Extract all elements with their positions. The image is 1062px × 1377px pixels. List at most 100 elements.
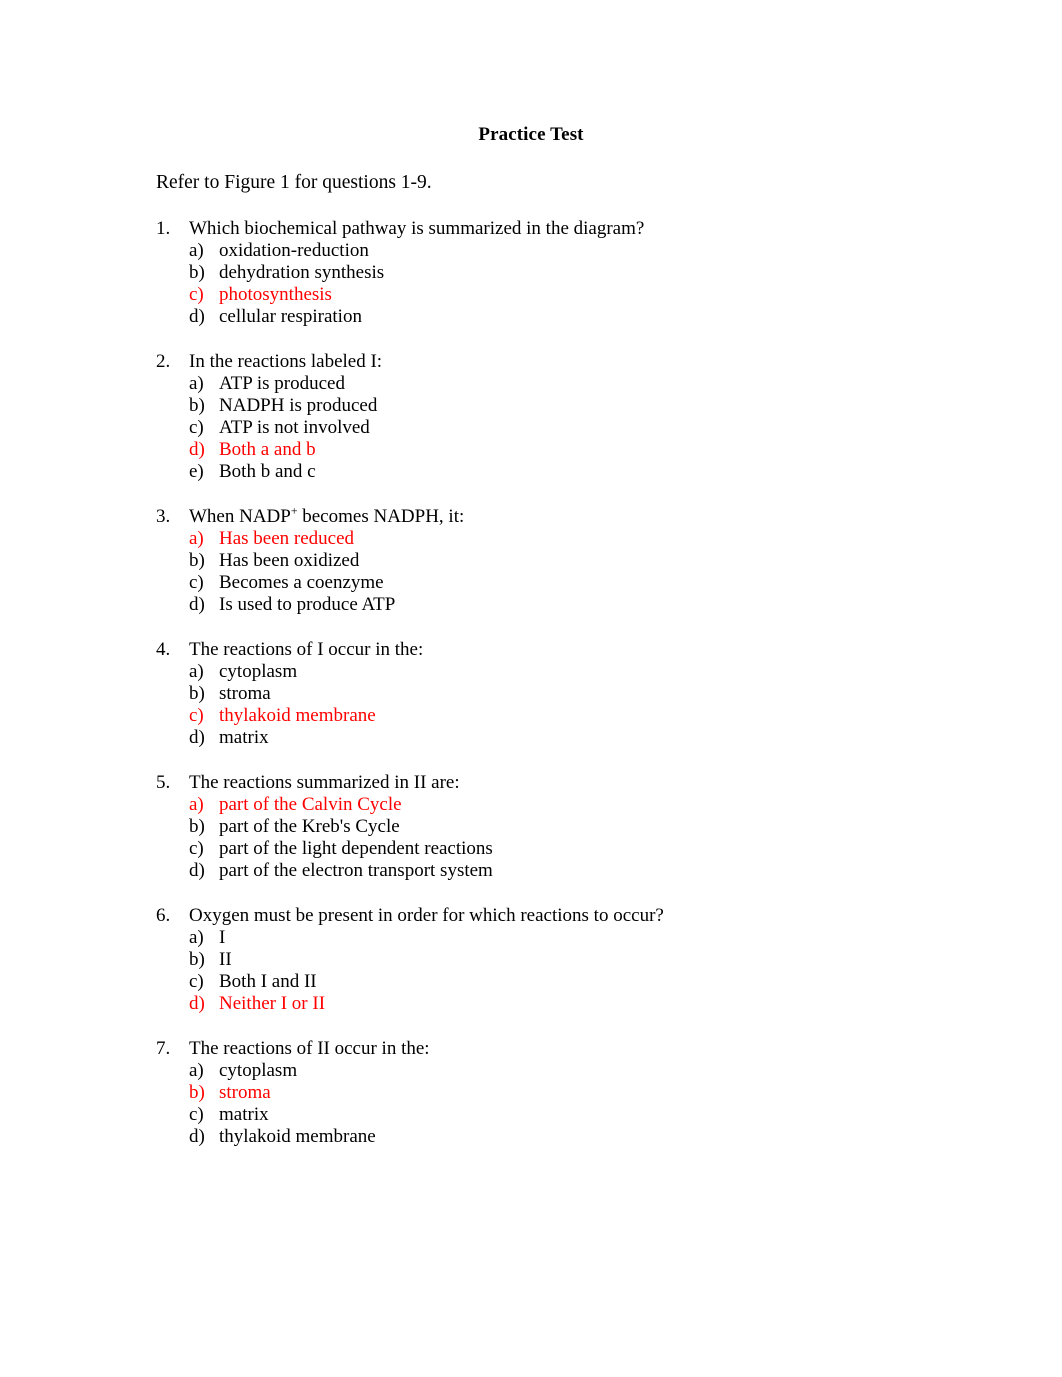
option-row[interactable]: c) part of the light dependent reactions xyxy=(156,838,986,860)
page-title: Practice Test xyxy=(478,124,584,145)
option-letter: e) xyxy=(189,461,204,482)
option-text: cytoplasm xyxy=(219,1060,298,1081)
option-row[interactable]: c) matrix xyxy=(156,1104,986,1126)
option-text: Is used to produce ATP xyxy=(219,594,396,615)
option-text: Both b and c xyxy=(219,461,316,482)
option-row-selected-answer[interactable]: c) thylakoid membrane xyxy=(156,705,986,727)
question-text: In the reactions labeled I: xyxy=(189,351,383,372)
option-text: Neither I or II xyxy=(219,993,326,1014)
option-letter: d) xyxy=(189,594,205,615)
option-row[interactable]: e) Both b and c xyxy=(156,461,986,483)
option-letter: c) xyxy=(189,572,204,593)
option-row[interactable]: c) Both I and II xyxy=(156,971,986,993)
option-text: matrix xyxy=(219,727,269,748)
option-row[interactable]: a) I xyxy=(156,927,986,949)
option-row[interactable]: c) Becomes a coenzyme xyxy=(156,572,986,594)
option-list: a) Has been reduced b) Has been oxidized c) B… xyxy=(156,528,986,616)
option-letter: c) xyxy=(189,705,204,726)
option-letter: c) xyxy=(189,284,204,305)
option-row-selected-answer[interactable]: d) Neither I or II xyxy=(156,993,986,1015)
option-row[interactable]: d) matrix xyxy=(156,727,986,749)
question-block: 3. When NADP+ becomes NADPH, it: a) Has bee… xyxy=(156,505,986,616)
option-row[interactable]: a) oxidation-reduction xyxy=(156,240,986,262)
option-letter: b) xyxy=(189,1082,205,1103)
option-row[interactable]: d) thylakoid membrane xyxy=(156,1126,986,1148)
question-number: 4. xyxy=(156,639,171,660)
question-block: 4. The reactions of I occur in the: a) cyto… xyxy=(156,639,986,749)
option-letter: b) xyxy=(189,816,205,837)
question-block: 5. The reactions summarized in II are: a) p… xyxy=(156,772,986,882)
option-list: a) Ib) II c) Both I and II d) Neither I or II xyxy=(156,927,986,1015)
question-number: 2. xyxy=(156,351,171,372)
option-text: I xyxy=(219,927,226,948)
option-text: Both a and b xyxy=(219,439,316,460)
option-text: stroma xyxy=(219,683,271,704)
option-letter: b) xyxy=(189,550,205,571)
question-number: 7. xyxy=(156,1038,171,1059)
option-text: Becomes a coenzyme xyxy=(219,572,384,593)
option-text: matrix xyxy=(219,1104,269,1125)
option-row-selected-answer[interactable]: b) stroma xyxy=(156,1082,986,1104)
option-text: oxidation-reduction xyxy=(219,240,369,261)
option-row[interactable]: d) Is used to produce ATP xyxy=(156,594,986,616)
question-block: 6. Oxygen must be present in order for wh… xyxy=(156,905,986,1015)
option-letter: a) xyxy=(189,927,204,948)
question-text: Which biochemical pathway is summarized … xyxy=(189,218,645,239)
option-text: stroma xyxy=(219,1082,271,1103)
option-list: a) cytoplasm b) stroma c) matrix d) thylakoid m… xyxy=(156,1060,986,1148)
option-row-selected-answer[interactable]: c) photosynthesis xyxy=(156,284,986,306)
option-row-selected-answer[interactable]: d) Both a and b xyxy=(156,439,986,461)
question-number: 5. xyxy=(156,772,171,793)
question-row: 7. The reactions of II occur in the: xyxy=(156,1038,986,1060)
option-row[interactable]: b) Has been oxidized xyxy=(156,550,986,572)
document-page: Practice Test Refer to Figure 1 for ques… xyxy=(0,0,1062,1377)
question-text: The reactions of I occur in the: xyxy=(189,639,424,660)
option-text: photosynthesis xyxy=(219,284,332,305)
option-letter: c) xyxy=(189,971,204,992)
option-text: Has been oxidized xyxy=(219,550,360,571)
question-block: 2. In the reactions labeled I: a) ATP is pr… xyxy=(156,351,986,483)
option-text: cellular respiration xyxy=(219,306,362,327)
question-row: 3. When NADP+ becomes NADPH, it: xyxy=(156,505,986,528)
option-text: NADPH is produced xyxy=(219,395,378,416)
option-list: a) oxidation-reduction b) dehydration synth… xyxy=(156,240,986,328)
question-number: 1. xyxy=(156,218,171,239)
option-row[interactable]: b) NADPH is produced xyxy=(156,395,986,417)
option-row[interactable]: b) dehydration synthesis xyxy=(156,262,986,284)
question-row: 6. Oxygen must be present in order for wh… xyxy=(156,905,986,927)
question-text: The reactions of II occur in the: xyxy=(189,1038,430,1059)
option-row[interactable]: b) stroma xyxy=(156,683,986,705)
option-text: dehydration synthesis xyxy=(219,262,385,283)
option-row-selected-answer[interactable]: a) Has been reduced xyxy=(156,528,986,550)
option-text: ATP is not involved xyxy=(219,417,370,438)
option-text: Both I and II xyxy=(219,971,317,992)
option-text: thylakoid membrane xyxy=(219,1126,376,1147)
option-row[interactable]: b) II xyxy=(156,949,986,971)
option-text: thylakoid membrane xyxy=(219,705,376,726)
option-row[interactable]: a) cytoplasm xyxy=(156,661,986,683)
option-row[interactable]: a) ATP is produced xyxy=(156,373,986,395)
option-text: II xyxy=(219,949,232,970)
option-row[interactable]: b) part of the Kreb's Cycle xyxy=(156,816,986,838)
option-letter: b) xyxy=(189,949,205,970)
option-text: part of the Calvin Cycle xyxy=(219,794,402,815)
option-row-selected-answer[interactable]: a) part of the Calvin Cycle xyxy=(156,794,986,816)
option-text: part of the Kreb's Cycle xyxy=(219,816,400,837)
option-list: a) cytoplasm b) stroma c) thylakoid membrane d… xyxy=(156,661,986,749)
option-list: a) ATP is produced b) NADPH is produced c) AT… xyxy=(156,373,986,483)
option-letter: c) xyxy=(189,417,204,438)
option-row[interactable]: d) part of the electron transport system xyxy=(156,860,986,882)
option-text: part of the electron transport system xyxy=(219,860,493,881)
question-text: The reactions summarized in II are: xyxy=(189,772,460,793)
option-row[interactable]: a) cytoplasm xyxy=(156,1060,986,1082)
question-row: 4. The reactions of I occur in the: xyxy=(156,639,986,661)
question-block: 1. Which biochemical pathway is summarize… xyxy=(156,218,986,328)
option-row[interactable]: c) ATP is not involved xyxy=(156,417,986,439)
option-letter: b) xyxy=(189,262,205,283)
question-number: 3. xyxy=(156,506,171,527)
option-letter: c) xyxy=(189,1104,204,1125)
option-letter: d) xyxy=(189,727,205,748)
question-block: 7. The reactions of II occur in the: a) cyt… xyxy=(156,1038,986,1148)
question-row: 5. The reactions summarized in II are: xyxy=(156,772,986,794)
option-row[interactable]: d) cellular respiration xyxy=(156,306,986,328)
